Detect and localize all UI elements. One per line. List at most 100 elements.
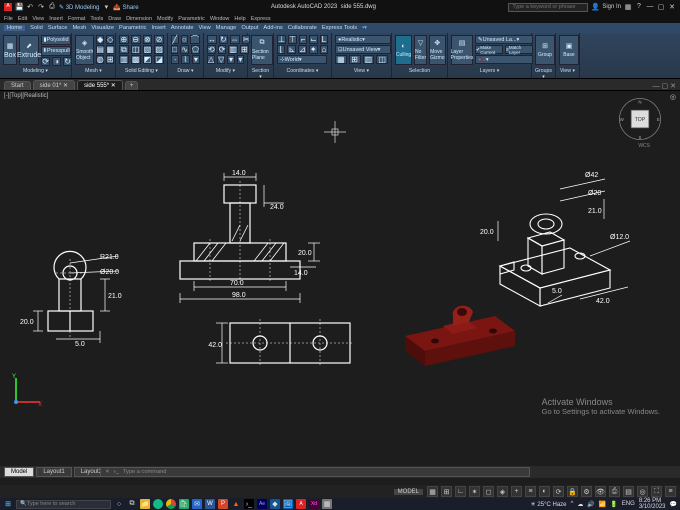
qat-undo-icon[interactable]: ↶	[26, 3, 34, 11]
menu-edit[interactable]: Edit	[18, 16, 27, 22]
draw-pt[interactable]: ·	[171, 55, 179, 64]
mesh-t5[interactable]: ◍	[96, 55, 104, 64]
menu-express[interactable]: Express	[251, 16, 271, 22]
view-t4[interactable]: ◫	[376, 55, 388, 64]
se-5[interactable]: ⧉	[119, 45, 129, 54]
menu-file[interactable]: File	[4, 16, 13, 22]
se-7[interactable]: ▧	[143, 45, 153, 54]
signin-label[interactable]: Sign In	[602, 4, 621, 10]
task-mail[interactable]: ✉	[192, 499, 202, 509]
weather-widget[interactable]: ☀ 25°C Haze	[530, 501, 566, 508]
panel-modeling-label[interactable]: Modeling ▾	[3, 68, 68, 76]
annomonitor[interactable]: 👁	[595, 486, 606, 497]
doc-tab-start[interactable]: Start	[4, 81, 31, 90]
qat-print-icon[interactable]: ⎙	[48, 3, 56, 11]
mesh-t3[interactable]: ▤	[96, 45, 104, 54]
se-10[interactable]: ▩	[131, 55, 141, 64]
task-explorer[interactable]: 📁	[140, 499, 150, 509]
gizmo-button[interactable]: ✥Move Gizmo	[429, 35, 445, 65]
grid-toggle[interactable]: ▦	[427, 486, 438, 497]
ucs-world-dropdown[interactable]: ⊹ World ▾	[277, 55, 327, 64]
task-ppt[interactable]: P	[218, 499, 228, 509]
se-12[interactable]: ◪	[154, 55, 164, 64]
ucs-5[interactable]: L	[320, 35, 328, 44]
ribbon-tab-annotate[interactable]: Annotate	[171, 25, 194, 31]
tray-onedrive[interactable]: ☁	[577, 501, 583, 508]
autodesk-app-icon[interactable]: ▦	[624, 3, 632, 11]
draw-polygon[interactable]: ⬠	[191, 45, 200, 54]
view-t3[interactable]: ▥	[363, 55, 375, 64]
menu-view[interactable]: View	[32, 16, 44, 22]
task-vlc[interactable]: ▲	[231, 499, 241, 509]
windows-search[interactable]: 🔍 Type here to search	[16, 500, 111, 509]
mesh-t1[interactable]: ◆	[96, 35, 104, 44]
panel-view2-label[interactable]: View ▾	[559, 68, 576, 76]
osnap-toggle[interactable]: ◻	[483, 486, 494, 497]
transparency-toggle[interactable]: ◐	[539, 486, 550, 497]
box-button[interactable]: ▦Box	[3, 35, 17, 65]
mod-10[interactable]: ▽	[217, 55, 225, 64]
panel-solidedit-label[interactable]: Solid Editing ▾	[119, 68, 164, 76]
tray-notifications[interactable]: 💬	[670, 501, 677, 508]
window-min-icon[interactable]: —	[646, 3, 654, 11]
ortho-toggle[interactable]: ∟	[455, 486, 466, 497]
ribbon-tab-surface[interactable]: Surface	[48, 25, 68, 31]
mod-5[interactable]: ⟲	[207, 45, 216, 54]
ribbon-tab-visualize[interactable]: Visualize	[91, 25, 114, 31]
ucs-4[interactable]: ⌙	[309, 35, 318, 44]
task-taskview[interactable]: ⧉	[127, 499, 137, 509]
sweep-button[interactable]: ↻	[63, 57, 72, 66]
help-icon[interactable]: ?	[635, 3, 643, 11]
menu-format[interactable]: Format	[68, 16, 85, 22]
view-t2[interactable]: ⊞	[349, 55, 361, 64]
ucs-2[interactable]: ⊤	[288, 35, 297, 44]
ucs-icon[interactable]: Y X	[8, 370, 48, 410]
doc-tab-1[interactable]: side 01* ✕	[33, 80, 75, 90]
qat-more[interactable]: ▾	[102, 3, 110, 11]
window-close-icon[interactable]: ✕	[668, 3, 676, 11]
tray-chevron[interactable]: ^	[571, 501, 574, 507]
task-photos[interactable]: 🖼	[283, 499, 293, 509]
panel-mesh-label[interactable]: Mesh ▾	[75, 68, 112, 76]
qat-save-icon[interactable]: 💾	[15, 3, 23, 11]
mesh-t2[interactable]: ◇	[106, 35, 114, 44]
panel-layers-label[interactable]: Layers ▾	[451, 68, 528, 76]
se-1[interactable]: ⊕	[119, 35, 129, 44]
task-chrome[interactable]	[166, 499, 176, 509]
filter-button[interactable]: ▽No Filter	[414, 35, 427, 65]
task-xd[interactable]: Xd	[309, 499, 319, 509]
view-dropdown[interactable]: ⊡ Unsaved View ▾	[335, 45, 391, 54]
cleanscreen-toggle[interactable]: ⛶	[651, 486, 662, 497]
menu-parametric[interactable]: Parametric	[178, 16, 205, 22]
base-view-button[interactable]: ▣Base	[559, 35, 579, 65]
menu-window[interactable]: Window	[210, 16, 230, 22]
ribbon-tab-mesh[interactable]: Mesh	[72, 25, 86, 31]
ribbon-tab-parametric[interactable]: Parametric	[119, 25, 147, 31]
visual-style-dropdown[interactable]: ● Realistic ▾	[335, 35, 391, 44]
user-icon[interactable]: 👤	[591, 3, 599, 11]
ucs-1[interactable]: ⊥	[277, 35, 286, 44]
mod-9[interactable]: △	[207, 55, 215, 64]
loft-button[interactable]: ◑	[52, 57, 61, 66]
workspace-toggle[interactable]: ⚙	[581, 486, 592, 497]
layout-tab-1[interactable]: Layout1	[36, 467, 71, 477]
ribbon-tab-addins[interactable]: Add-ins	[263, 25, 282, 31]
task-edge[interactable]	[153, 499, 163, 509]
task-acad[interactable]: A	[296, 499, 306, 509]
task-store[interactable]: 🛍	[179, 499, 189, 509]
view-t1[interactable]: ▦	[335, 55, 347, 64]
task-cortana[interactable]: ○	[114, 499, 124, 509]
ribbon-tab-solid[interactable]: Solid	[30, 25, 43, 31]
panel-coord-label[interactable]: Coordinates ▾	[277, 68, 328, 76]
panel-selection-label[interactable]: Selection	[395, 68, 444, 76]
draw-helix[interactable]: ⌇	[181, 55, 189, 64]
qat-redo-icon[interactable]: ↷	[37, 3, 45, 11]
doc-tab-active[interactable]: side 555* ✕	[77, 80, 123, 90]
mod-mirror[interactable]: ⇔	[230, 35, 240, 44]
layout-tab-model[interactable]: Model	[4, 467, 34, 477]
se-4[interactable]: ⊘	[154, 35, 164, 44]
ribbon-tab-home[interactable]: Home	[4, 25, 25, 31]
mod-11[interactable]: ▾	[227, 55, 234, 64]
ucs-3[interactable]: ⌐	[299, 35, 307, 44]
smooth-object-button[interactable]: ◈Smooth Object	[75, 35, 94, 65]
